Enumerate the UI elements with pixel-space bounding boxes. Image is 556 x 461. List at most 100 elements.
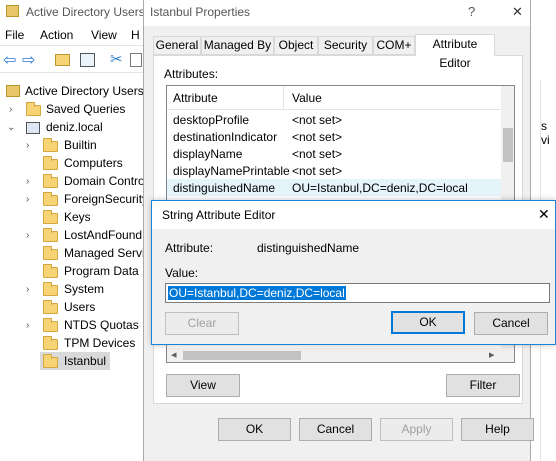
right-pane-fragment: s vi: [541, 119, 550, 147]
filter-button[interactable]: Filter: [446, 374, 520, 397]
list-row-selected[interactable]: distinguishedName OU=Istanbul,DC=deniz,D…: [167, 179, 501, 196]
menu-file[interactable]: File: [5, 28, 24, 42]
list-row[interactable]: desktopProfile <not set>: [167, 111, 501, 128]
tree-item-builtin[interactable]: Builtin: [64, 138, 97, 152]
properties-titlebar: Istanbul Properties ? ✕: [144, 0, 530, 26]
folder-icon: [43, 210, 58, 224]
tree-item-domain-controllers[interactable]: Domain Contro: [64, 174, 145, 188]
tab-security[interactable]: Security: [318, 36, 373, 55]
tree-item-computers[interactable]: Computers: [64, 156, 123, 170]
tree-item-foreign-security[interactable]: ForeignSecurity: [64, 192, 148, 206]
tab-managed-by[interactable]: Managed By: [201, 36, 274, 55]
folder-icon: [43, 318, 58, 332]
tree-item-program-data[interactable]: Program Data: [64, 264, 139, 278]
folder-icon: [43, 246, 58, 260]
clear-button[interactable]: Clear: [165, 312, 239, 335]
apply-button[interactable]: Apply: [380, 418, 453, 441]
tab-attribute-editor[interactable]: Attribute Editor: [415, 34, 495, 70]
value-label: Value:: [165, 266, 199, 280]
attribute-name-value: distinguishedName: [257, 241, 360, 255]
row-value: <not set>: [292, 113, 343, 127]
tree-item-ntds-quotas[interactable]: NTDS Quotas: [64, 318, 139, 332]
domain-icon: [26, 122, 40, 134]
col-attribute-header[interactable]: Attribute: [173, 91, 218, 105]
row-attribute: desktopProfile: [173, 113, 250, 127]
mmc-title: Active Directory Users: [26, 5, 145, 19]
col-value-header[interactable]: Value: [292, 91, 322, 105]
row-attribute: destinationIndicator: [173, 130, 278, 144]
tab-strip: General Managed By Object Security COM+ …: [153, 34, 523, 70]
value-input[interactable]: OU=Istanbul,DC=deniz,DC=local: [165, 283, 550, 303]
view-button[interactable]: View: [166, 374, 240, 397]
folder-icon: [43, 228, 58, 242]
cut-icon[interactable]: ✂: [110, 50, 123, 68]
list-row[interactable]: destinationIndicator <not set>: [167, 128, 501, 145]
folder-icon: [26, 102, 41, 116]
row-value: <not set>: [292, 130, 343, 144]
horizontal-scroll-thumb[interactable]: [183, 351, 301, 360]
tree-item-managed-service[interactable]: Managed Servi: [64, 246, 145, 260]
menu-help[interactable]: H: [131, 28, 140, 42]
row-attribute: displayName: [173, 147, 243, 161]
tree-item-system[interactable]: System: [64, 282, 104, 296]
menu-bar: File Action View H: [0, 24, 150, 46]
properties-title: Istanbul Properties: [150, 5, 251, 19]
list-row[interactable]: displayNamePrintable <not set>: [167, 162, 501, 179]
chevron-right-icon[interactable]: ›: [9, 104, 12, 115]
tree-item-users[interactable]: Users: [64, 300, 95, 314]
chevron-right-icon[interactable]: ›: [26, 320, 29, 331]
scroll-right-icon[interactable]: ▸: [489, 348, 495, 361]
editor-cancel-button[interactable]: Cancel: [474, 312, 548, 335]
folder-icon: [43, 354, 58, 368]
tree-item-keys[interactable]: Keys: [64, 210, 91, 224]
editor-titlebar: String Attribute Editor ✕: [152, 201, 555, 229]
folder-icon: [43, 174, 58, 188]
menu-action[interactable]: Action: [40, 28, 73, 42]
back-arrow-icon[interactable]: ⇦: [3, 50, 16, 70]
tree-saved-queries[interactable]: Saved Queries: [46, 102, 125, 116]
close-icon[interactable]: ✕: [538, 206, 550, 223]
col-divider[interactable]: [283, 86, 284, 110]
vertical-scroll-thumb[interactable]: [503, 128, 513, 162]
tab-general[interactable]: General: [153, 36, 201, 55]
tree-root-label[interactable]: Active Directory Users: [25, 84, 144, 98]
tree-item-istanbul[interactable]: Istanbul: [64, 354, 106, 368]
attribute-label: Attribute:: [165, 241, 214, 255]
forward-arrow-icon[interactable]: ⇨: [22, 50, 35, 70]
tree-domain[interactable]: deniz.local: [46, 120, 103, 134]
folder-icon: [43, 264, 58, 278]
string-attribute-editor-dialog: String Attribute Editor ✕ Attribute: dis…: [151, 200, 556, 345]
chevron-right-icon[interactable]: ›: [26, 230, 29, 241]
attributes-label: Attributes:: [164, 67, 219, 81]
scroll-left-icon[interactable]: ◂: [171, 348, 177, 361]
folder-icon: [43, 336, 58, 350]
chevron-right-icon[interactable]: ›: [26, 194, 29, 205]
chevron-right-icon[interactable]: ›: [26, 140, 29, 151]
help-button[interactable]: Help: [461, 418, 534, 441]
row-attribute: distinguishedName: [173, 181, 276, 195]
row-value: <not set>: [292, 164, 343, 178]
up-folder-icon[interactable]: [55, 54, 70, 66]
show-tree-icon[interactable]: [80, 53, 95, 67]
chevron-right-icon[interactable]: ›: [26, 176, 29, 187]
chevron-down-icon[interactable]: ⌄: [7, 122, 15, 133]
horizontal-scrollbar[interactable]: ◂ ▸: [167, 348, 514, 362]
tree-item-tpm-devices[interactable]: TPM Devices: [64, 336, 135, 350]
toolbar: ⇦ ⇨ ✂: [0, 47, 150, 73]
tree-item-lost-and-found[interactable]: LostAndFound: [64, 228, 142, 242]
ok-button[interactable]: OK: [218, 418, 291, 441]
folder-icon: [43, 300, 58, 314]
folder-icon: [43, 282, 58, 296]
copy-icon[interactable]: [130, 53, 142, 67]
editor-ok-button[interactable]: OK: [391, 311, 465, 334]
folder-icon: [43, 138, 58, 152]
close-icon[interactable]: ✕: [512, 4, 523, 20]
help-icon[interactable]: ?: [468, 4, 475, 19]
tab-com-plus[interactable]: COM+: [373, 36, 415, 55]
tab-object[interactable]: Object: [274, 36, 318, 55]
cancel-button[interactable]: Cancel: [299, 418, 372, 441]
chevron-right-icon[interactable]: ›: [26, 284, 29, 295]
list-row[interactable]: displayName <not set>: [167, 145, 501, 162]
menu-view[interactable]: View: [91, 28, 117, 42]
folder-icon: [43, 192, 58, 206]
